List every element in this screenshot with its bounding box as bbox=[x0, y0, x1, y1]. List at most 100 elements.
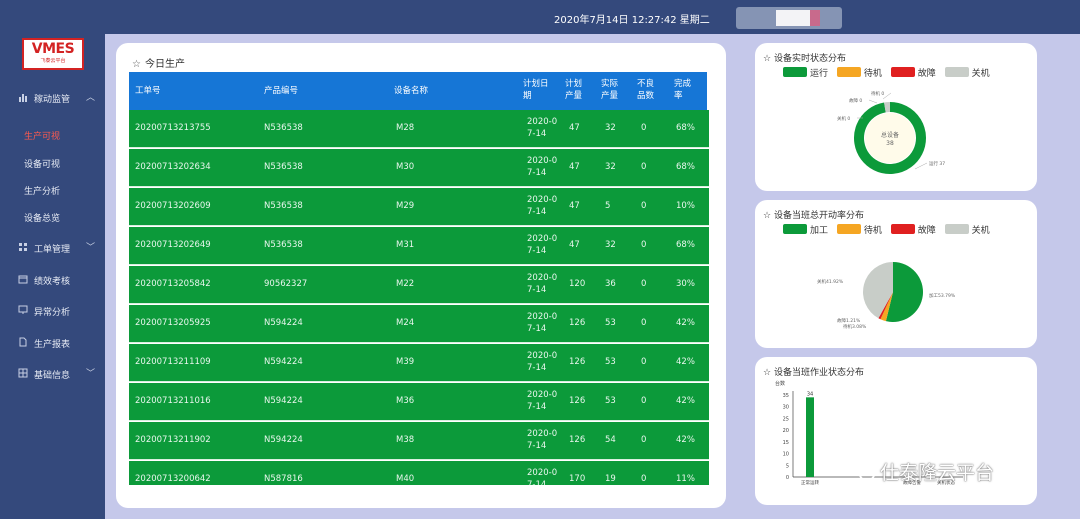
logo: VMES 飞泰云平台 bbox=[22, 38, 84, 70]
table-row[interactable]: 20200713202609 N536538 M29 47 5 0 10% 2020-0 7-1… bbox=[129, 188, 709, 226]
sidebar-sub-device-view[interactable]: 设备可视 bbox=[24, 157, 60, 170]
cell-defect: 0 bbox=[641, 474, 647, 484]
cell-device: M24 bbox=[396, 318, 415, 328]
cell-plan: 47 bbox=[569, 162, 580, 172]
production-panel-title: ☆ 今日生产 bbox=[132, 55, 185, 70]
cell-device: M30 bbox=[396, 162, 415, 172]
sidebar-item-reports[interactable]: 生产报表 bbox=[0, 332, 105, 354]
utilization-card: ☆ 设备当班总开动率分布 加工 待机 故障 关机 加工53.79% 待机3.08%… bbox=[755, 200, 1037, 348]
cell-device: M29 bbox=[396, 201, 415, 211]
cell-order: 20200713211902 bbox=[135, 435, 211, 445]
table-row[interactable]: 20200713211109 N594224 M39 126 53 0 42% 2020-0 7… bbox=[129, 344, 709, 382]
donut-callout-label: 待机 0 bbox=[871, 90, 884, 97]
top-bar: 2020年7月14日 12:27:42 星期二 bbox=[0, 0, 1080, 34]
donut-center-label: 总设备 bbox=[881, 131, 899, 139]
cell-device: M39 bbox=[396, 357, 415, 367]
user-badge bbox=[810, 10, 820, 26]
utilization-pie-chart: 加工53.79% 待机3.08%故障1.21% 关机41.92% bbox=[817, 262, 956, 330]
pie-slice-label: 待机3.08% bbox=[843, 323, 867, 330]
table-row[interactable]: 20200713200642 N587816 M40 170 19 0 11% 2020-0 7… bbox=[129, 461, 709, 485]
pie-slice-label: 关机41.92% bbox=[817, 278, 844, 285]
cell-actual: 32 bbox=[605, 240, 616, 250]
user-account[interactable] bbox=[736, 7, 842, 29]
cell-actual: 19 bbox=[605, 474, 616, 484]
cell-plan: 47 bbox=[569, 201, 580, 211]
table-row[interactable]: 20200713205925 N594224 M24 126 53 0 42% 2020-0 7… bbox=[129, 305, 709, 343]
calendar-icon bbox=[18, 274, 28, 284]
cell-date: 2020-0 7-14 bbox=[527, 156, 558, 178]
cell-plan: 126 bbox=[569, 435, 586, 445]
status-donut-chart: 总设备38 待机 0 故障 0 关机 0 运行 37 bbox=[837, 90, 945, 174]
donut-callout-label: 运行 37 bbox=[929, 160, 945, 167]
table-icon bbox=[18, 368, 28, 378]
cell-device: M31 bbox=[396, 240, 415, 250]
legend-swatch bbox=[783, 224, 807, 234]
cell-rate: 42% bbox=[676, 435, 695, 445]
donut-center-value: 38 bbox=[886, 140, 894, 147]
chart-title: 设备当班总开动率分布 bbox=[773, 211, 864, 221]
cell-actual: 5 bbox=[605, 201, 611, 211]
cell-product: N594224 bbox=[264, 435, 303, 445]
column-header-defect: 不良 品数 bbox=[637, 78, 654, 102]
sidebar-item-exception[interactable]: 异常分析 bbox=[0, 300, 105, 322]
table-row[interactable]: 20200713213755 N536538 M28 47 32 0 68% 2020-0 7-… bbox=[129, 110, 709, 148]
legend-swatch bbox=[836, 67, 861, 77]
cell-rate: 30% bbox=[676, 279, 695, 289]
table-row[interactable]: 20200713202634 N536538 M30 47 32 0 68% 2020-0 7-… bbox=[129, 149, 709, 187]
cell-date: 2020-0 7-14 bbox=[527, 390, 558, 412]
column-header-plan-qty: 计划 产量 bbox=[565, 78, 582, 102]
tick-label-y: 35 bbox=[783, 393, 789, 399]
cell-order: 20200713200642 bbox=[135, 474, 211, 484]
bar bbox=[806, 397, 814, 477]
sidebar-item-monitor[interactable]: 稼动监管 ︿ bbox=[0, 87, 105, 109]
cell-product: N594224 bbox=[264, 357, 303, 367]
sidebar-sub-device-overview[interactable]: 设备总览 bbox=[24, 211, 60, 224]
pie-slice-label: 故障1.21% bbox=[837, 317, 861, 324]
cell-defect: 0 bbox=[641, 318, 647, 328]
table-row[interactable]: 20200713211902 N594224 M38 126 54 0 42% 2020-0 7… bbox=[129, 422, 709, 460]
table-row[interactable]: 20200713205842 90562327 M22 120 36 0 30% 2020-0… bbox=[129, 266, 709, 304]
sidebar-item-label: 绩效考核 bbox=[34, 277, 71, 287]
sidebar-sub-production-analysis[interactable]: 生产分析 bbox=[24, 184, 60, 197]
column-header-line: 实际 bbox=[601, 79, 619, 89]
realtime-status-card: ☆ 设备实时状态分布 运行 待机 故障 关机 总设备 38 待机 0 故障 0 关机 0… bbox=[755, 43, 1037, 191]
cell-defect: 0 bbox=[641, 240, 647, 250]
legend-swatch bbox=[890, 224, 915, 234]
cell-actual: 53 bbox=[605, 318, 616, 328]
axis-y-label: 台数 bbox=[775, 380, 785, 387]
table-row[interactable]: 20200713202649 N536538 M31 47 32 0 68% 2020-0 7-… bbox=[129, 227, 709, 265]
column-header-line: 计划 bbox=[565, 79, 583, 89]
cell-date: 2020-0 7-14 bbox=[527, 468, 558, 485]
legend-swatch bbox=[836, 224, 861, 234]
donut-callout-label: 关机 0 bbox=[837, 115, 850, 122]
cell-actual: 53 bbox=[605, 357, 616, 367]
legend-swatch bbox=[890, 67, 915, 77]
donut-callout-label: 故障 0 bbox=[849, 97, 862, 104]
column-header-line: 率 bbox=[674, 91, 683, 101]
sidebar-item-basic-info[interactable]: 基础信息 ﹀ bbox=[0, 363, 105, 385]
chart-title: 设备实时状态分布 bbox=[773, 54, 846, 64]
chevron-up-icon: ︿ bbox=[86, 93, 96, 103]
sidebar-sub-production-view[interactable]: 生产可视 bbox=[24, 129, 60, 142]
cell-order: 20200713213755 bbox=[135, 123, 211, 133]
column-header-rate: 完成 率 bbox=[674, 78, 691, 102]
chevron-down-icon: ﹀ bbox=[86, 369, 96, 379]
cell-defect: 0 bbox=[641, 357, 647, 367]
table-row[interactable]: 20200713211016 N594224 M36 126 53 0 42% 2020-0 7… bbox=[129, 383, 709, 421]
cell-rate: 68% bbox=[676, 123, 695, 133]
table-body[interactable]: 20200713213755 N536538 M28 47 32 0 68% 2020-0 7-… bbox=[129, 110, 709, 485]
chart-legend: 运行 待机 故障 关机 bbox=[783, 66, 996, 79]
column-header-line: 产量 bbox=[601, 91, 619, 101]
cell-actual: 36 bbox=[605, 279, 616, 289]
sidebar: VMES 飞泰云平台 稼动监管 ︿ 生产可视 设备可视 生产分析 设备总览 工单… bbox=[0, 0, 105, 519]
cell-rate: 10% bbox=[676, 201, 695, 211]
cell-product: N536538 bbox=[264, 162, 303, 172]
cell-order: 20200713211109 bbox=[135, 357, 211, 367]
sidebar-item-label: 工单管理 bbox=[34, 245, 71, 255]
legend-swatch bbox=[783, 67, 807, 77]
cell-defect: 0 bbox=[641, 162, 647, 172]
sidebar-item-orders[interactable]: 工单管理 ﹀ bbox=[0, 237, 105, 259]
cell-device: M40 bbox=[396, 474, 415, 484]
cell-date: 2020-0 7-14 bbox=[527, 429, 558, 451]
sidebar-item-performance[interactable]: 绩效考核 bbox=[0, 269, 105, 291]
